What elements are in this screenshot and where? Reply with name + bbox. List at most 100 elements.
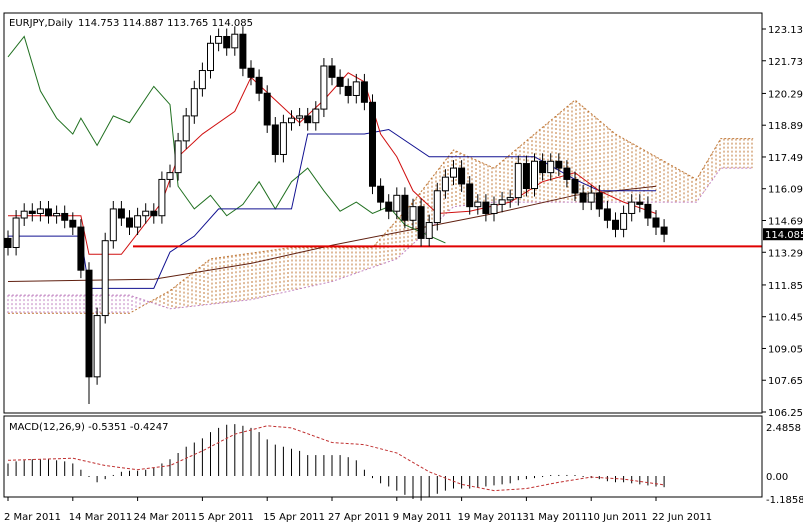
candle-bearish	[636, 201, 644, 205]
candle-bullish	[207, 42, 214, 72]
price-tick-label: 113.290	[768, 248, 803, 259]
candle-bearish	[360, 81, 368, 103]
candle-bullish	[190, 88, 198, 117]
candle-bearish	[304, 115, 312, 124]
candle-bearish	[595, 192, 603, 210]
candle-bullish	[198, 70, 206, 90]
candle-bullish	[20, 210, 28, 219]
candle-bullish	[142, 210, 150, 217]
time-tick-label: 31 May 2011	[522, 512, 587, 523]
price-tick-label: 121.730	[768, 57, 803, 68]
time-tick-label: 9 May 2011	[393, 512, 452, 523]
price-chart[interactable]: 123.130 121.730 120.290 118.890 117.490 116.0…	[0, 0, 803, 525]
candle-bearish	[271, 124, 279, 155]
candle-bearish	[247, 67, 255, 78]
candle-bearish	[336, 76, 344, 87]
price-tick-label: 106.250	[768, 408, 803, 419]
candle-bullish	[101, 240, 109, 317]
chart-ohlc: 114.753 114.887 113.765 114.085	[78, 18, 253, 29]
candle-bearish	[328, 65, 336, 78]
price-tick-label: 110.450	[768, 313, 803, 324]
macd-tick-label: -1.1858	[766, 495, 803, 506]
price-tick-label: 116.090	[768, 185, 803, 196]
candle-bullish	[620, 212, 628, 230]
price-tick-label: 117.490	[768, 153, 803, 164]
candle-bearish	[603, 208, 611, 221]
price-tick-label: 118.890	[768, 121, 803, 132]
candle-bearish	[466, 183, 474, 208]
candle-bullish	[547, 160, 555, 174]
time-tick-label: 5 Apr 2011	[198, 512, 253, 523]
time-tick-label: 27 Apr 2011	[328, 512, 390, 523]
candle-bullish	[93, 315, 101, 378]
candle-bearish	[255, 76, 263, 94]
candle-bearish	[223, 35, 231, 49]
candle-bearish	[482, 201, 490, 214]
candle-bullish	[12, 217, 20, 249]
candle-bullish	[312, 108, 320, 124]
candle-bullish	[490, 203, 498, 214]
candle-bearish	[555, 160, 563, 169]
macd-tick-label: 0.00	[766, 472, 788, 483]
candle-bearish	[4, 237, 12, 249]
candle-bullish	[352, 81, 360, 96]
candle-bullish	[182, 115, 190, 142]
candle-bullish	[320, 65, 328, 110]
candle-bullish	[409, 206, 417, 221]
candle-bullish	[158, 178, 166, 217]
time-tick-label: 15 Apr 2011	[263, 512, 325, 523]
price-tick-label: 123.130	[768, 25, 803, 36]
candle-bearish	[660, 226, 668, 235]
macd-label: MACD(12,26,9) -0.5351 -0.4247	[9, 422, 169, 433]
candle-bearish	[263, 92, 271, 126]
current-price-label: 114.085	[765, 230, 803, 241]
chart-symbol: EURJPY,Daily	[9, 18, 73, 29]
candle-bullish	[174, 140, 182, 174]
candle-bullish	[514, 163, 522, 199]
candle-bearish	[61, 212, 69, 221]
candle-bullish	[393, 194, 401, 212]
price-tick-label: 111.850	[768, 281, 803, 292]
candle-bullish	[166, 172, 174, 180]
candle-bullish	[53, 212, 61, 217]
candle-bullish	[628, 201, 636, 214]
price-tick-label: 109.050	[768, 344, 803, 355]
candle-bullish	[134, 215, 142, 228]
candle-bullish	[587, 192, 595, 203]
candle-bullish	[296, 115, 304, 119]
candle-bearish	[28, 210, 36, 214]
candle-bullish	[433, 190, 441, 224]
background	[0, 0, 803, 525]
candle-bearish	[563, 167, 571, 180]
candle-bullish	[231, 33, 239, 49]
candle-bearish	[377, 185, 385, 203]
candle-bullish	[506, 197, 514, 201]
candle-bearish	[539, 160, 547, 174]
candle-bullish	[441, 176, 449, 192]
candle-bearish	[69, 219, 77, 228]
candle-bearish	[579, 192, 587, 203]
candle-bearish	[401, 194, 409, 221]
candle-bearish	[522, 163, 530, 190]
price-tick-label: 107.650	[768, 376, 803, 387]
candle-bearish	[652, 217, 660, 228]
candle-bullish	[425, 222, 433, 239]
candle-bearish	[45, 208, 52, 217]
candle-bearish	[417, 206, 425, 239]
candle-bearish	[612, 219, 619, 230]
candle-bearish	[117, 208, 125, 219]
macd-tick-label: 2.4858	[766, 423, 801, 434]
time-tick-label: 14 Mar 2011	[69, 512, 132, 523]
candle-bearish	[571, 178, 579, 194]
time-tick-label: 2 Mar 2011	[4, 512, 61, 523]
candle-bearish	[458, 167, 466, 185]
candle-bullish	[474, 201, 482, 208]
price-tick-label: 114.690	[768, 217, 803, 228]
candle-bearish	[239, 33, 247, 69]
candle-bullish	[36, 208, 44, 214]
time-tick-label: 24 Mar 2011	[134, 512, 197, 523]
time-tick-label: 19 May 2011	[458, 512, 523, 523]
candle-bullish	[288, 117, 295, 124]
candle-bearish	[85, 269, 93, 378]
candle-bearish	[369, 101, 376, 187]
